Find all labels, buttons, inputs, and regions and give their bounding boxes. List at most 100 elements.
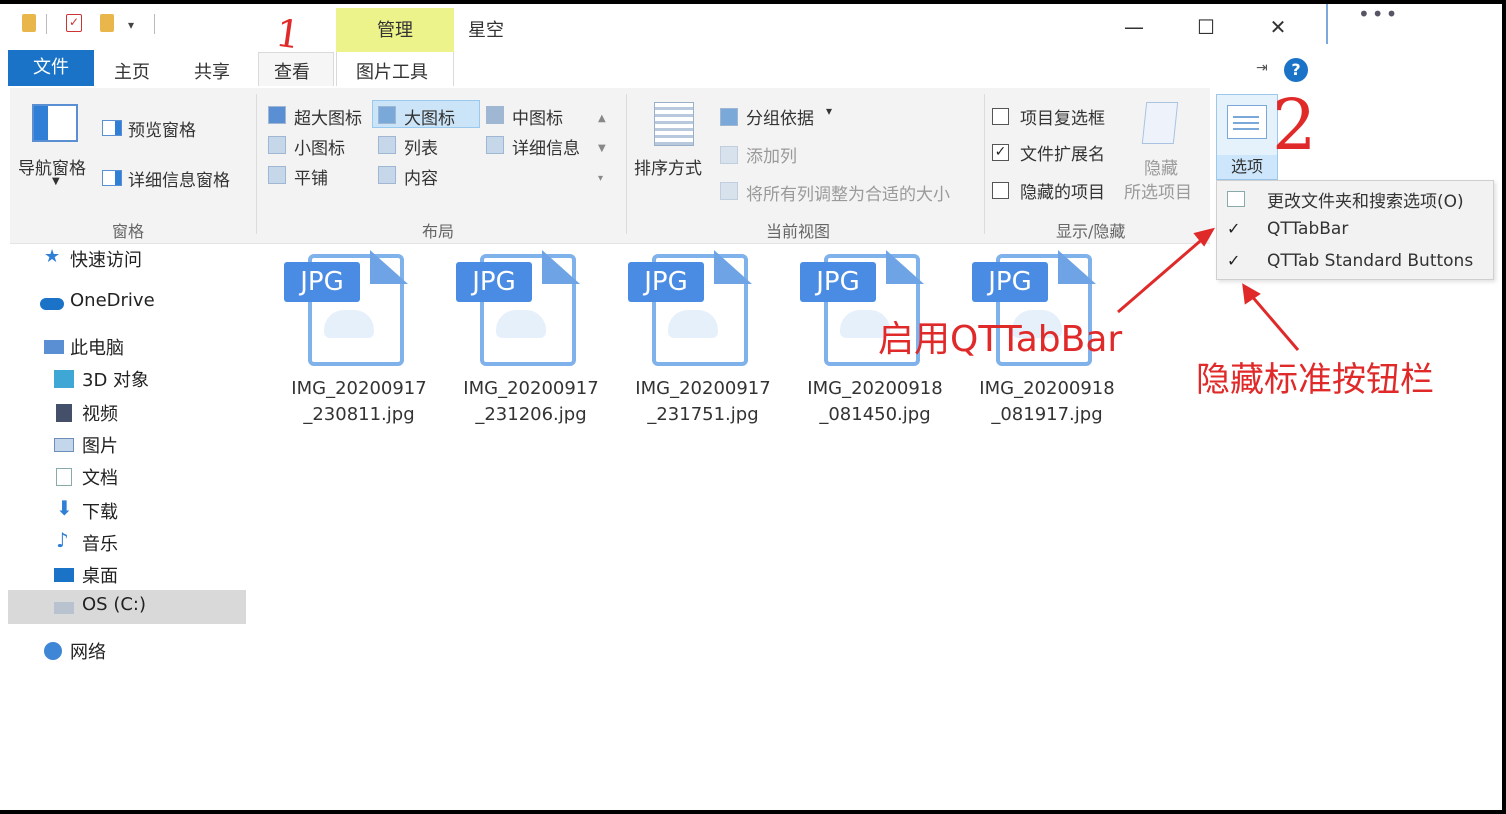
file-item[interactable]: JPG IMG_20200917 _231751.jpg [628, 244, 778, 434]
folder-icon [22, 14, 36, 32]
chevron-down-icon[interactable]: ▼ [52, 176, 60, 187]
size-all-columns-button[interactable]: 将所有列调整为合适的大小 [746, 180, 950, 205]
file-name: IMG_20200917 _231206.jpg [456, 376, 606, 428]
layout-details[interactable]: 详细信息 [512, 134, 580, 159]
computer-icon [44, 340, 64, 354]
layout-extra-large-icons[interactable]: 超大图标 [294, 104, 362, 129]
options-icon [1227, 105, 1267, 139]
file-name-line1: IMG_20200918 [979, 378, 1115, 399]
minimize-button[interactable]: — [1114, 10, 1154, 44]
window-edge [1326, 4, 1328, 44]
nav-item-music[interactable]: ♪ 音乐 [8, 528, 246, 560]
tab-home[interactable]: 主页 [114, 58, 150, 84]
nav-label: 3D 对象 [82, 370, 150, 391]
menu-item-label: 更改文件夹和搜索选项(O) [1267, 192, 1464, 212]
nav-item-pictures[interactable]: 图片 [8, 430, 246, 462]
nav-item-this-pc[interactable]: 此电脑 [8, 332, 246, 364]
layout-content[interactable]: 内容 [404, 164, 438, 189]
details-pane-button[interactable]: 详细信息窗格 [128, 166, 230, 191]
hide-selected-button[interactable]: 隐藏 [1144, 154, 1178, 179]
nav-item-documents[interactable]: 文档 [8, 462, 246, 494]
layout-medium-icons[interactable]: 中图标 [512, 104, 563, 129]
checkmark-icon: ✓ [1227, 251, 1241, 270]
layout-small-icons[interactable]: 小图标 [294, 134, 345, 159]
close-button[interactable]: ✕ [1258, 10, 1298, 44]
download-arrow-icon: ⬇ [56, 496, 73, 520]
help-icon[interactable]: ? [1284, 58, 1308, 82]
details-pane-icon [102, 170, 122, 186]
nav-item-onedrive[interactable]: OneDrive [8, 288, 246, 320]
star-icon: ★ [44, 246, 61, 267]
chevron-down-icon[interactable]: ▾ [826, 104, 832, 118]
group-by-button[interactable]: 分组依据 [746, 104, 814, 129]
medium-icons-icon [486, 106, 504, 124]
tab-share[interactable]: 共享 [194, 58, 230, 84]
file-name-line2: _081450.jpg [819, 404, 931, 425]
nav-label: 桌面 [82, 566, 118, 587]
file-name: IMG_20200917 _230811.jpg [284, 376, 434, 428]
preview-pane-icon [102, 120, 122, 136]
nav-item-videos[interactable]: 视频 [8, 398, 246, 430]
tab-file[interactable]: 文件 [8, 50, 94, 86]
menu-item-change-folder-options[interactable]: 更改文件夹和搜索选项(O) [1217, 183, 1493, 215]
add-columns-button[interactable]: 添加列 [746, 142, 797, 167]
file-name: IMG_20200917 _231751.jpg [628, 376, 778, 428]
nav-item-desktop[interactable]: 桌面 [8, 560, 246, 592]
customize-toolbar-arrow-icon[interactable]: ▾ [128, 18, 134, 42]
nav-item-network[interactable]: 网络 [8, 636, 246, 668]
sort-by-button[interactable]: 排序方式 [634, 154, 702, 179]
group-label-panes: 窗格 [112, 222, 145, 241]
arrow-to-standard-buttons [1242, 283, 1300, 351]
layout-tiles[interactable]: 平铺 [294, 164, 328, 189]
file-item[interactable]: JPG IMG_20200917 _231206.jpg [456, 244, 606, 434]
item-check-boxes-label: 项目复选框 [1020, 109, 1105, 129]
nav-item-3d-objects[interactable]: 3D 对象 [8, 364, 246, 396]
file-name-line1: IMG_20200917 [635, 378, 771, 399]
file-name-line2: _230811.jpg [303, 404, 415, 425]
layout-list[interactable]: 列表 [404, 134, 438, 159]
layout-scroll-arrows-icon[interactable]: ▲ ▼ ▾ [598, 104, 606, 194]
tiles-icon [268, 166, 286, 184]
nav-label: 快速访问 [70, 250, 142, 271]
nav-item-quick-access[interactable]: ★ 快速访问 [8, 244, 246, 276]
hide-selected-button-line2[interactable]: 所选项目 [1124, 178, 1192, 203]
item-check-boxes-checkbox[interactable] [992, 108, 1009, 125]
layout-large-icons[interactable]: 大图标 [404, 104, 455, 129]
ribbon-view: 导航窗格 ▼ 预览窗格 详细信息窗格 窗格 超大图标 大图标 中图标 小图标 列… [10, 88, 1210, 244]
options-button[interactable]: 选项 [1216, 94, 1278, 180]
nav-label: OS (C:) [82, 594, 146, 615]
cloud-icon [40, 298, 64, 310]
group-divider [626, 94, 627, 234]
contextual-tab-group-label: 管理 [377, 20, 413, 41]
nav-label: 此电脑 [70, 338, 124, 359]
content-icon [378, 166, 396, 184]
properties-icon[interactable]: ✓ [66, 14, 82, 32]
file-extensions-checkbox[interactable]: ✓ [992, 144, 1009, 161]
desktop-icon [54, 568, 74, 582]
tab-view[interactable]: 查看 [274, 58, 310, 84]
file-name-line1: IMG_20200918 [807, 378, 943, 399]
nav-item-os-c[interactable]: OS (C:) [8, 592, 246, 624]
menu-item-qttab-standard-buttons[interactable]: ✓ QTTab Standard Buttons [1217, 247, 1493, 279]
new-folder-icon[interactable] [100, 14, 114, 32]
maximize-button[interactable]: ☐ [1186, 10, 1226, 44]
pin-ribbon-icon[interactable]: ⇥ [1256, 60, 1268, 76]
file-name-line2: _081917.jpg [991, 404, 1103, 425]
more-options-icon[interactable]: ••• [1358, 4, 1399, 26]
image-placeholder-icon [668, 310, 718, 338]
network-icon [44, 642, 62, 660]
details-icon [486, 136, 504, 154]
preview-pane-button[interactable]: 预览窗格 [128, 116, 196, 141]
menu-item-qttabbar[interactable]: ✓ QTTabBar [1217, 215, 1493, 247]
file-item[interactable]: JPG IMG_20200917 _230811.jpg [284, 244, 434, 434]
nav-item-downloads[interactable]: ⬇ 下载 [8, 496, 246, 528]
file-type-badge: JPG [972, 262, 1048, 302]
size-columns-icon [720, 182, 738, 200]
hidden-items-checkbox[interactable] [992, 182, 1009, 199]
file-explorer-window: ✓ ▾ 管理 星空 — ☐ ✕ ••• 文件 主页 共享 查看 图片工具 ⇥ ?… [0, 4, 1502, 810]
film-icon [56, 404, 72, 422]
music-note-icon: ♪ [56, 528, 69, 552]
add-columns-icon [720, 146, 738, 164]
navigation-pane-icon [32, 104, 78, 142]
tab-picture-tools[interactable]: 图片工具 [356, 58, 428, 84]
